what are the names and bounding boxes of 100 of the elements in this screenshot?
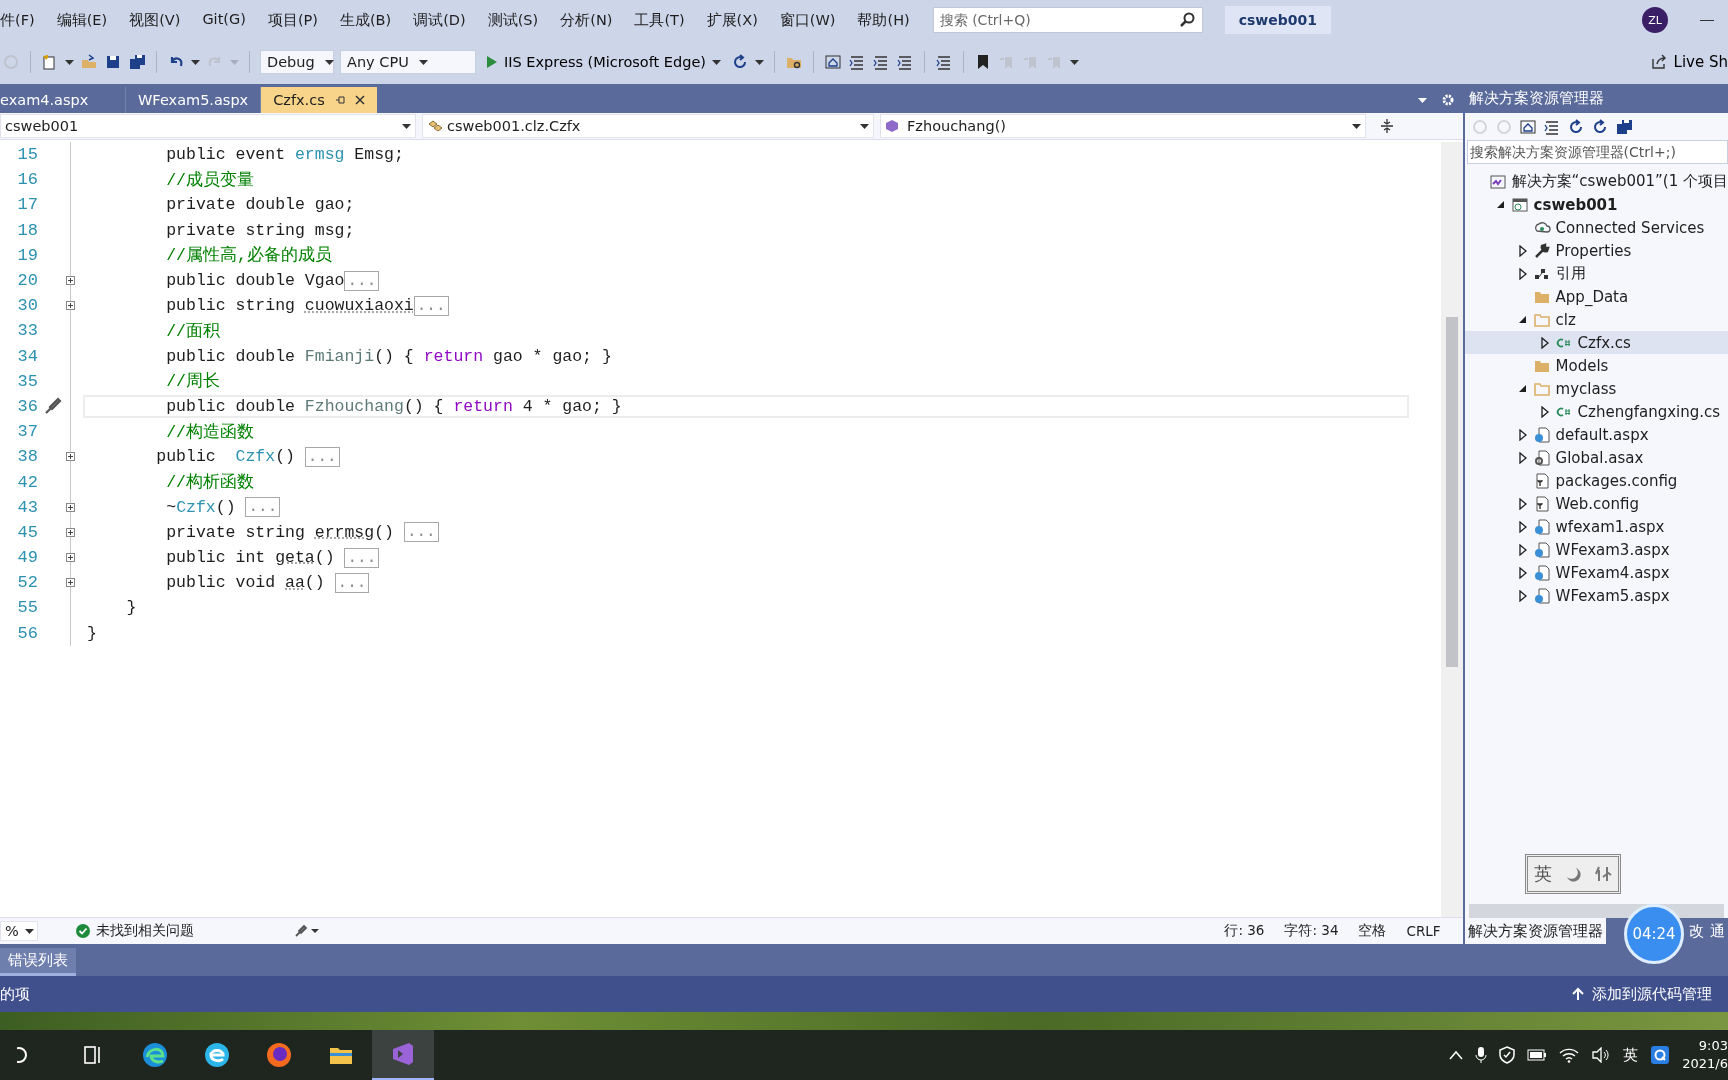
tree-item[interactable]: Czhengfangxing.cs: [1464, 400, 1728, 423]
collapsed-code-button[interactable]: ...: [413, 295, 449, 316]
tree-item[interactable]: myclass: [1464, 377, 1728, 400]
tree-item[interactable]: Global.asax: [1464, 446, 1728, 469]
pin-icon[interactable]: [334, 95, 345, 105]
collapsed-code-button[interactable]: ...: [334, 572, 370, 593]
collapsed-arrow-icon[interactable]: [1516, 451, 1528, 464]
app-tray-icon[interactable]: [1650, 1045, 1671, 1065]
brush-dropdown-icon[interactable]: [294, 924, 320, 938]
member-dropdown[interactable]: Fzhouchang(): [880, 114, 1366, 138]
menu-item[interactable]: 视图(V): [118, 10, 192, 30]
expand-icon[interactable]: [65, 276, 75, 286]
settings-icon[interactable]: [1440, 93, 1455, 107]
indent-block-icon[interactable]: [872, 53, 890, 71]
panel-tab[interactable]: 解决方案资源管理器: [1464, 918, 1606, 944]
column-position[interactable]: 字符: 34: [1284, 922, 1339, 940]
tree-item[interactable]: wfexam1.aspx: [1464, 515, 1728, 538]
split-icon[interactable]: [1380, 118, 1394, 134]
expand-icon[interactable]: [65, 553, 75, 563]
tree-item[interactable]: WFexam3.aspx: [1464, 538, 1728, 561]
line-ending[interactable]: CRLF: [1406, 923, 1441, 939]
tree-item[interactable]: Models: [1464, 354, 1728, 377]
input-language[interactable]: 英: [1623, 1045, 1639, 1065]
battery-icon[interactable]: [1527, 1049, 1548, 1061]
tree-item[interactable]: clz: [1464, 308, 1728, 331]
run-button[interactable]: IIS Express (Microsoft Edge): [482, 54, 725, 70]
line-position[interactable]: 行: 36: [1224, 922, 1265, 940]
collapsed-arrow-icon[interactable]: [1516, 520, 1528, 533]
menu-item[interactable]: 扩展(X): [695, 10, 769, 30]
menu-item[interactable]: 项目(P): [256, 10, 329, 30]
wifi-icon[interactable]: [1559, 1047, 1580, 1063]
clock-date[interactable]: 2021/6: [1682, 1055, 1728, 1073]
issues-status[interactable]: 未找到相关问题: [76, 922, 194, 940]
shield-icon[interactable]: [1499, 1046, 1516, 1064]
expand-icon[interactable]: [65, 578, 75, 588]
collapsed-arrow-icon[interactable]: [1516, 428, 1528, 441]
user-avatar[interactable]: ZL: [1642, 7, 1668, 33]
collapsed-arrow-icon[interactable]: [1516, 267, 1528, 280]
menu-item[interactable]: 窗口(W): [768, 10, 847, 30]
tree-item[interactable]: 引用: [1464, 262, 1728, 285]
menu-item[interactable]: 帮助(H): [846, 10, 921, 30]
menu-item[interactable]: Git(G): [191, 10, 257, 30]
collapsed-arrow-icon[interactable]: [1516, 589, 1528, 602]
chevron-up-icon[interactable]: [1449, 1050, 1464, 1060]
collapsed-arrow-icon[interactable]: [1516, 543, 1528, 556]
panel-tab[interactable]: 错误列表: [0, 948, 76, 976]
configuration-dropdown[interactable]: Debug: [260, 50, 334, 74]
browser-icon[interactable]: [203, 1041, 231, 1069]
tree-item[interactable]: csweb001: [1464, 193, 1728, 216]
whitespace-mode[interactable]: 空格: [1358, 922, 1387, 940]
tree-item[interactable]: Connected Services: [1464, 216, 1728, 239]
tree-item[interactable]: packages.config: [1464, 469, 1728, 492]
tree-item[interactable]: Properties: [1464, 239, 1728, 262]
panel-tab[interactable]: 改: [1686, 918, 1707, 944]
menu-item[interactable]: 测试(S): [476, 10, 550, 30]
expand-icon[interactable]: [65, 452, 75, 462]
brush-icon[interactable]: [44, 397, 62, 416]
panel-tab[interactable]: 通: [1707, 918, 1728, 944]
home-icon[interactable]: [824, 53, 842, 71]
collapsed-arrow-icon[interactable]: [1516, 497, 1528, 510]
expand-icon[interactable]: [65, 527, 75, 537]
menu-item[interactable]: 分析(N): [549, 10, 624, 30]
search-field[interactable]: 搜索解决方案资源管理器(Ctrl+;): [1466, 140, 1728, 164]
tree-item[interactable]: default.aspx: [1464, 423, 1728, 446]
platform-dropdown[interactable]: Any CPU: [340, 50, 476, 74]
save-all-icon[interactable]: [128, 53, 146, 71]
project-dropdown[interactable]: csweb001: [0, 114, 416, 138]
menu-item[interactable]: 生成(B): [328, 10, 403, 30]
zoom-dropdown[interactable]: %: [0, 921, 38, 941]
live-share-button[interactable]: Live Sh: [1649, 53, 1728, 71]
menu-item[interactable]: 编辑(E): [45, 10, 119, 30]
clock-time[interactable]: 9:03: [1698, 1037, 1728, 1055]
search-field[interactable]: 搜索 (Ctrl+Q): [932, 7, 1203, 33]
collapsed-arrow-icon[interactable]: [1538, 336, 1550, 349]
minimize-button[interactable]: [1700, 19, 1714, 21]
tree-item[interactable]: WFexam5.aspx: [1464, 584, 1728, 607]
scrollbar[interactable]: [1440, 142, 1463, 917]
expand-icon[interactable]: [65, 502, 75, 512]
source-control-button[interactable]: 添加到源代码管理: [1566, 983, 1718, 1005]
tree-item[interactable]: App_Data: [1464, 285, 1728, 308]
browser-icon[interactable]: [141, 1041, 169, 1069]
menu-item[interactable]: 工具(T): [623, 10, 696, 30]
close-icon[interactable]: [354, 95, 365, 105]
file-tab[interactable]: Czfx.cs: [261, 87, 377, 113]
home-icon[interactable]: [1518, 117, 1537, 136]
collapsed-arrow-icon[interactable]: [1516, 244, 1528, 257]
save-all-icon[interactable]: [1614, 117, 1633, 136]
tree-item[interactable]: Czfx.cs: [1464, 331, 1728, 354]
tree-item[interactable]: Web.config: [1464, 492, 1728, 515]
indent-left-icon[interactable]: [848, 53, 866, 71]
expand-icon[interactable]: [65, 301, 75, 311]
class-dropdown[interactable]: csweb001.clz.Czfx: [422, 114, 874, 138]
menu-item[interactable]: 件(F): [0, 10, 46, 30]
menu-item[interactable]: 调试(D): [402, 10, 477, 30]
save-icon[interactable]: [104, 53, 122, 71]
microphone-icon[interactable]: [1475, 1046, 1488, 1064]
refresh-icon[interactable]: [731, 53, 749, 71]
tree-item[interactable]: 解决方案“csweb001”(1 个项目: [1464, 170, 1728, 193]
collapsed-arrow-icon[interactable]: [1516, 566, 1528, 579]
comment-icon[interactable]: [935, 53, 953, 71]
